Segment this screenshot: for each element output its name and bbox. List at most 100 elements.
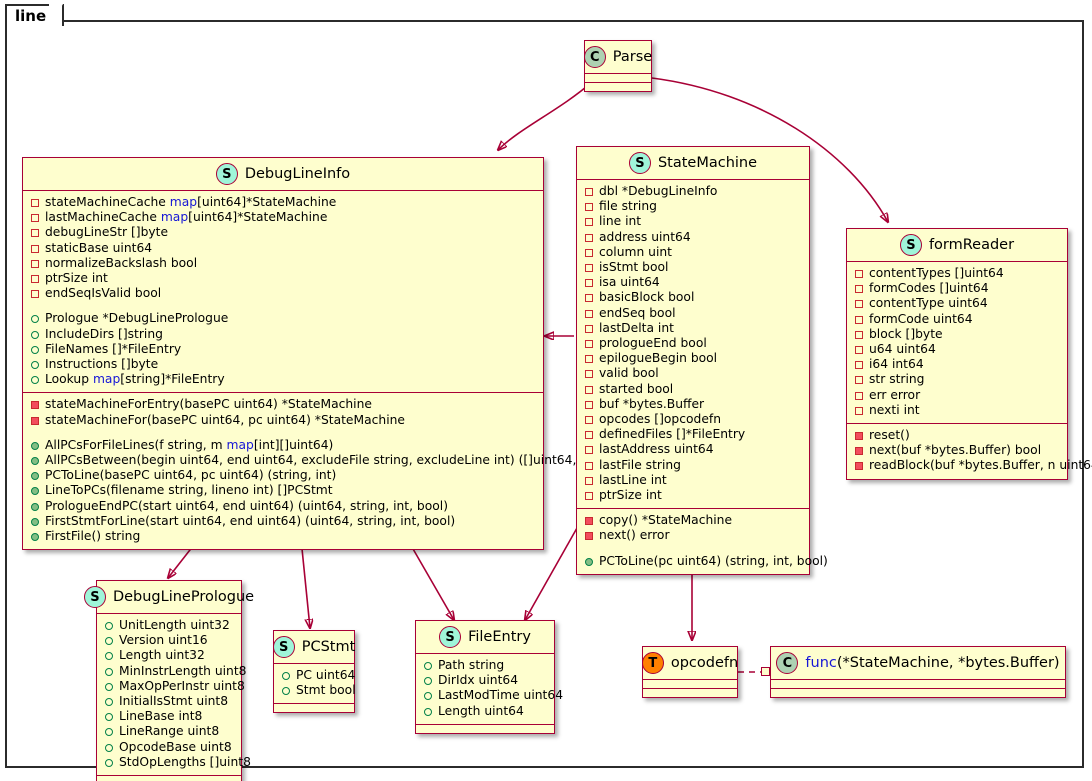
public-field-list: PC uint64Stmt bool bbox=[281, 668, 348, 698]
field-row: Instructions []byte bbox=[30, 357, 537, 372]
class-debuglineprologue-methods bbox=[97, 776, 241, 781]
member-signature: DirIdx uint64 bbox=[438, 673, 518, 688]
visibility-marker-icon bbox=[855, 432, 863, 440]
class-parse-fields bbox=[585, 74, 651, 83]
visibility-marker-icon bbox=[855, 285, 863, 293]
stereotype-class-icon: C bbox=[776, 652, 798, 674]
class-statemachine[interactable]: S StateMachine dbl *DebugLineInfofile st… bbox=[576, 146, 810, 575]
stereotype-struct-icon: S bbox=[273, 636, 295, 658]
field-row: started bool bbox=[584, 382, 803, 397]
visibility-marker-icon bbox=[585, 218, 593, 226]
visibility-marker-icon bbox=[105, 683, 113, 691]
member-signature: basicBlock bool bbox=[599, 290, 694, 305]
field-row: basicBlock bool bbox=[584, 290, 803, 305]
method-row: PrologueEndPC(start uint64, end uint64) … bbox=[30, 499, 537, 514]
visibility-marker-icon bbox=[855, 407, 863, 415]
field-row: Length uint32 bbox=[104, 648, 235, 663]
class-debuglineprologue-fields: UnitLength uint32Version uint16Length ui… bbox=[97, 614, 241, 776]
member-signature: lastAddress uint64 bbox=[599, 442, 714, 457]
member-signature: next() error bbox=[599, 528, 670, 543]
class-opcodefn[interactable]: T opcodefn bbox=[642, 646, 738, 698]
field-row: MaxOpPerInstr uint8 bbox=[104, 679, 235, 694]
visibility-marker-icon bbox=[105, 728, 113, 736]
class-formreader-fields: contentTypes []uint64formCodes []uint64c… bbox=[847, 262, 1067, 424]
class-fileentry-methods bbox=[416, 725, 554, 733]
class-parse[interactable]: C Parse bbox=[584, 40, 652, 92]
member-signature: lastLine int bbox=[599, 473, 667, 488]
func-keyword: func bbox=[805, 655, 836, 671]
visibility-marker-icon bbox=[31, 533, 39, 541]
field-row: formCode uint64 bbox=[854, 312, 1061, 327]
visibility-marker-icon bbox=[585, 431, 593, 439]
private-field-list: dbl *DebugLineInfofile stringline intadd… bbox=[584, 184, 803, 503]
member-signature: Prologue *DebugLinePrologue bbox=[45, 311, 228, 326]
class-fileentry[interactable]: S FileEntry Path stringDirIdx uint64Last… bbox=[415, 620, 555, 734]
member-signature: next(buf *bytes.Buffer) bool bbox=[869, 443, 1041, 458]
class-func-header: C func(*StateMachine, *bytes.Buffer) bbox=[771, 647, 1065, 680]
member-signature: LineRange uint8 bbox=[119, 724, 219, 739]
visibility-marker-icon bbox=[424, 662, 432, 670]
private-field-list: stateMachineCache map[uint64]*StateMachi… bbox=[30, 195, 537, 301]
visibility-marker-icon bbox=[585, 477, 593, 485]
field-row: endSeqIsValid bool bbox=[30, 286, 537, 301]
member-signature: column uint bbox=[599, 245, 672, 260]
class-debuglineinfo-header: S DebugLineInfo bbox=[23, 158, 543, 191]
visibility-marker-icon bbox=[855, 392, 863, 400]
member-signature: contentType uint64 bbox=[869, 296, 988, 311]
member-signature: MinInstrLength uint8 bbox=[119, 664, 247, 679]
visibility-marker-icon bbox=[585, 416, 593, 424]
class-fileentry-header: S FileEntry bbox=[416, 621, 554, 654]
class-formreader-methods: reset()next(buf *bytes.Buffer) boolreadB… bbox=[847, 424, 1067, 479]
field-row: debugLineStr []byte bbox=[30, 225, 537, 240]
method-row: next(buf *bytes.Buffer) bool bbox=[854, 443, 1061, 458]
visibility-marker-icon bbox=[31, 346, 39, 354]
member-signature: AllPCsForFileLines(f string, m map[int][… bbox=[45, 438, 333, 453]
field-row: i64 int64 bbox=[854, 357, 1061, 372]
method-row: PCToLine(basePC uint64, pc uint64) (stri… bbox=[30, 468, 537, 483]
class-statemachine-methods: copy() *StateMachinenext() error PCToLin… bbox=[577, 509, 809, 574]
method-group-separator bbox=[584, 544, 803, 554]
field-row: DirIdx uint64 bbox=[423, 673, 548, 688]
private-method-list: copy() *StateMachinenext() error bbox=[584, 513, 803, 543]
class-fileentry-title: FileEntry bbox=[468, 629, 531, 645]
field-row: str string bbox=[854, 372, 1061, 387]
visibility-marker-icon bbox=[424, 677, 432, 685]
visibility-marker-icon bbox=[105, 744, 113, 752]
member-signature: endSeq bool bbox=[599, 306, 676, 321]
field-row: PC uint64 bbox=[281, 668, 348, 683]
member-signature: StdOpLengths []uint8 bbox=[119, 755, 251, 770]
field-row: err error bbox=[854, 388, 1061, 403]
visibility-marker-icon bbox=[855, 346, 863, 354]
class-pcstmt[interactable]: S PCStmt PC uint64Stmt bool bbox=[273, 630, 355, 713]
method-row: FirstStmtForLine(start uint64, end uint6… bbox=[30, 514, 537, 529]
private-method-list: reset()next(buf *bytes.Buffer) boolreadB… bbox=[854, 428, 1061, 474]
member-signature: stateMachineForEntry(basePC uint64) *Sta… bbox=[45, 397, 372, 412]
method-row: PCToLine(pc uint64) (string, int, bool) bbox=[584, 554, 803, 569]
visibility-marker-icon bbox=[585, 203, 593, 211]
class-debuglineprologue[interactable]: S DebugLinePrologue UnitLength uint32Ver… bbox=[96, 580, 242, 781]
member-signature: prologueEnd bool bbox=[599, 336, 707, 351]
visibility-marker-icon bbox=[585, 340, 593, 348]
field-row: Prologue *DebugLinePrologue bbox=[30, 311, 537, 326]
member-signature: Length uint64 bbox=[438, 704, 524, 719]
field-row: ptrSize int bbox=[30, 271, 537, 286]
visibility-marker-icon bbox=[31, 472, 39, 480]
visibility-marker-icon bbox=[31, 199, 39, 207]
class-debuglineinfo[interactable]: S DebugLineInfo stateMachineCache map[ui… bbox=[22, 157, 544, 550]
visibility-marker-icon bbox=[585, 558, 593, 566]
member-signature: MaxOpPerInstr uint8 bbox=[119, 679, 245, 694]
member-signature: str string bbox=[869, 372, 925, 387]
class-func-signature[interactable]: C func(*StateMachine, *bytes.Buffer) bbox=[770, 646, 1066, 698]
public-method-list: AllPCsForFileLines(f string, m map[int][… bbox=[30, 438, 537, 544]
visibility-marker-icon bbox=[585, 310, 593, 318]
member-signature: address uint64 bbox=[599, 230, 691, 245]
class-formreader[interactable]: S formReader contentTypes []uint64formCo… bbox=[846, 228, 1068, 480]
member-signature: definedFiles []*FileEntry bbox=[599, 427, 745, 442]
stereotype-struct-icon: S bbox=[216, 163, 238, 185]
field-row: stateMachineCache map[uint64]*StateMachi… bbox=[30, 195, 537, 210]
member-signature: normalizeBackslash bool bbox=[45, 256, 197, 271]
stereotype-struct-icon: S bbox=[84, 586, 106, 608]
field-row: Length uint64 bbox=[423, 704, 548, 719]
class-pcstmt-title: PCStmt bbox=[302, 639, 356, 655]
member-signature: buf *bytes.Buffer bbox=[599, 397, 704, 412]
